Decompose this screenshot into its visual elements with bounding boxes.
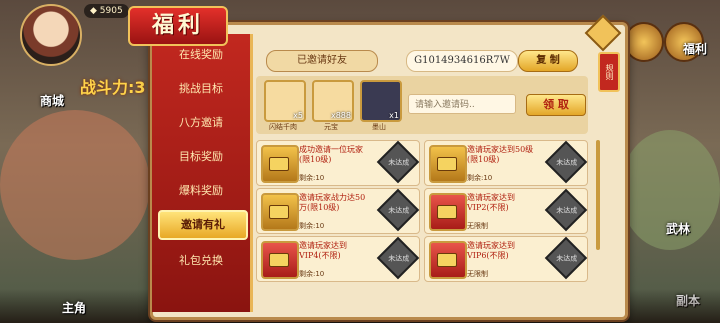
chest-icon <box>429 241 467 279</box>
task-remaining: 无限制 <box>467 222 488 230</box>
invite-code-row: 已邀请好友 G1014934616R7W 复 制 <box>256 50 588 72</box>
invite-code: G1014934616R7W <box>406 50 518 72</box>
invite-content: 已邀请好友 G1014934616R7W 复 制 x5 闪结千肉 x888 元宝… <box>252 46 592 308</box>
gold-counter: ◆ 5905 <box>84 4 129 18</box>
sidebar-item-invite-gift[interactable]: 邀请有礼 <box>158 210 248 240</box>
task-desc: 邀请玩家达到50级(限10级) <box>467 145 534 164</box>
receive-button[interactable]: 领 取 <box>526 94 586 116</box>
status-badge: 未达成 <box>376 188 420 232</box>
scroll-decoration <box>596 140 600 250</box>
status-badge: 未达成 <box>376 140 420 184</box>
task-card: 邀请玩家达到VIP4(不限) 剩余:10 未达成 <box>256 236 420 282</box>
task-card: 成功邀请一位玩家(限10级) 剩余:10 未达成 <box>256 140 420 186</box>
sidebar-item-redeem[interactable]: 礼包兑换 <box>158 248 244 274</box>
item-name: 墨山 <box>372 123 386 131</box>
sidebar-item-invite-all[interactable]: 八方邀请 <box>158 110 244 136</box>
shop-label[interactable]: 商城 <box>40 92 64 109</box>
invited-friends-label: 已邀请好友 <box>266 50 378 72</box>
sidebar-item-challenge[interactable]: 挑战目标 <box>158 76 244 102</box>
background-character <box>0 110 150 260</box>
task-card: 邀请玩家战力达50万(限10级) 剩余:10 未达成 <box>256 188 420 234</box>
task-remaining: 无限制 <box>467 270 488 278</box>
player-avatar[interactable] <box>20 4 82 66</box>
task-desc: 邀请玩家战力达50万(限10级) <box>299 193 366 212</box>
invite-code-input[interactable]: 请输入邀请码.. <box>408 94 516 114</box>
invite-reward-row: x5 闪结千肉 x888 元宝 x1 墨山 请输入邀请码.. 领 取 <box>256 76 588 134</box>
combat-power: 战斗力:3 <box>80 78 146 97</box>
meat-item-icon: x5 <box>264 80 306 122</box>
copy-button[interactable]: 复 制 <box>518 50 578 72</box>
task-desc: 成功邀请一位玩家(限10级) <box>299 145 363 164</box>
status-badge: 未达成 <box>544 188 588 232</box>
task-remaining: 剩余:10 <box>299 174 325 182</box>
task-card: 邀请玩家达到VIP6(不限) 无限制 未达成 <box>424 236 588 282</box>
chest-icon <box>261 145 299 183</box>
welfare-sidebar: 在线奖励 挑战目标 八方邀请 目标奖励 爆料奖励 邀请有礼 礼包兑换 <box>152 34 253 312</box>
status-badge: 未达成 <box>544 236 588 280</box>
chest-icon <box>261 241 299 279</box>
task-remaining: 剩余:10 <box>299 270 325 278</box>
task-card: 邀请玩家达到50级(限10级) 剩余:10 未达成 <box>424 140 588 186</box>
task-card: 邀请玩家达到VIP2(不限) 无限制 未达成 <box>424 188 588 234</box>
character-item-icon: x1 <box>360 80 402 122</box>
item-name: 闪结千肉 <box>269 123 297 131</box>
welfare-label: 福利 <box>683 42 708 56</box>
chest-icon <box>261 193 299 231</box>
rules-tab[interactable]: 规则 <box>598 52 620 92</box>
activity-icon[interactable] <box>624 22 664 62</box>
task-desc: 邀请玩家达到VIP6(不限) <box>467 241 515 260</box>
task-desc: 邀请玩家达到VIP4(不限) <box>299 241 347 260</box>
ingot-item-icon: x888 <box>312 80 354 122</box>
modal-title: 福利 <box>128 6 228 46</box>
status-badge: 未达成 <box>544 140 588 184</box>
nav-hero[interactable]: 主角 <box>62 299 86 316</box>
task-remaining: 剩余:10 <box>467 174 493 182</box>
item-name: 元宝 <box>324 123 338 131</box>
wulin-label[interactable]: 武林 <box>666 220 690 237</box>
sidebar-item-news[interactable]: 爆料奖励 <box>158 178 244 204</box>
chest-icon <box>429 193 467 231</box>
sidebar-item-goal[interactable]: 目标奖励 <box>158 144 244 170</box>
status-badge: 未达成 <box>376 236 420 280</box>
task-remaining: 剩余:10 <box>299 222 325 230</box>
chest-icon <box>429 145 467 183</box>
task-desc: 邀请玩家达到VIP2(不限) <box>467 193 515 212</box>
